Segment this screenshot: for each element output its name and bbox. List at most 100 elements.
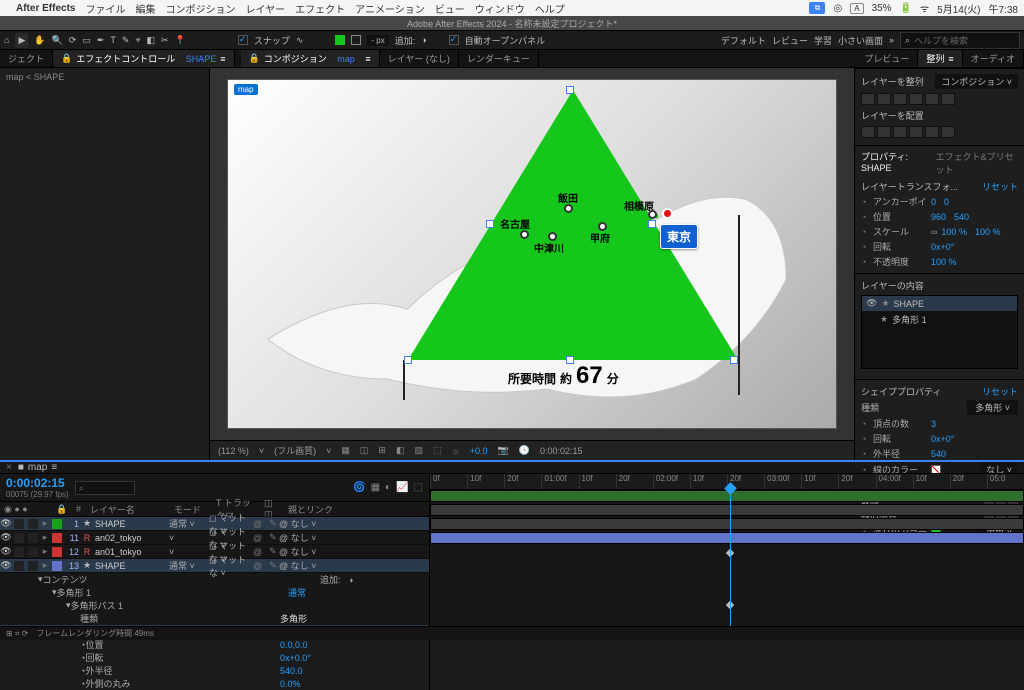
zoom-dropdown[interactable]: (112 %) — [218, 446, 249, 456]
puppet-tool-icon[interactable]: 📍 — [175, 35, 186, 46]
workspace-small[interactable]: 小さい画面 — [838, 34, 883, 47]
pen-tool-icon[interactable]: ✒ — [97, 35, 105, 46]
stroke-width-field[interactable]: - px — [367, 35, 388, 46]
frame-blend-icon[interactable]: ▦ — [371, 482, 380, 493]
motion-blur-icon[interactable]: ◐ — [385, 482, 391, 493]
visibility-icon[interactable]: 👁 — [0, 518, 12, 529]
zoom-tool-icon[interactable]: 🔍 — [52, 35, 63, 46]
home-icon[interactable]: ⌂ — [4, 35, 9, 45]
shy-icon[interactable]: 🌀 — [353, 482, 365, 493]
align-target-dropdown[interactable]: コンポジション ˅ — [935, 74, 1018, 89]
menu-view[interactable]: ビュー — [435, 1, 465, 16]
stopwatch-icon[interactable]: ◔ — [861, 434, 869, 444]
link-icon[interactable]: ∞ — [931, 227, 937, 237]
timeline-layer-row[interactable]: 👁▸13★SHAPE通常 ˅◻ マットな ˅@✎@ なし ˅ — [0, 559, 429, 573]
menu-window[interactable]: ウィンドウ — [475, 1, 525, 16]
workspace-learn[interactable]: 学習 — [814, 34, 832, 47]
stopwatch-icon[interactable]: ◔ — [861, 197, 869, 207]
brush-tool-icon[interactable]: ✎ — [122, 35, 130, 46]
transform-header[interactable]: レイヤートランスフォ... — [861, 180, 958, 193]
menu-edit[interactable]: 編集 — [135, 1, 155, 16]
menu-animation[interactable]: アニメーション — [355, 1, 425, 16]
help-search[interactable]: ⌕ ヘルプを検索 — [900, 32, 1020, 49]
mask-icon[interactable]: ◫ — [360, 445, 369, 456]
shape-handle[interactable] — [486, 220, 494, 228]
text-tool-icon[interactable]: T — [110, 35, 116, 45]
menu-layer[interactable]: レイヤー — [245, 1, 285, 16]
selection-tool-icon[interactable]: ▶ — [15, 33, 28, 48]
tab-effect-controls[interactable]: 🔒 エフェクトコントロール SHAPE ≡ — [53, 50, 235, 67]
orbit-tool-icon[interactable]: ⟳ — [69, 35, 77, 46]
tab-audio[interactable]: オーディオ — [963, 50, 1024, 67]
visibility-icon[interactable]: 👁 — [0, 546, 12, 557]
stopwatch-icon[interactable]: ◔ — [861, 449, 869, 459]
add-shape-icon[interactable]: ◑ — [348, 575, 353, 585]
channel-icon[interactable]: ◧ — [396, 445, 405, 456]
shape-handle[interactable] — [404, 356, 412, 364]
stopwatch-icon[interactable]: ◔ — [861, 419, 869, 429]
reset-shape-link[interactable]: リセット — [982, 385, 1018, 398]
tab-project[interactable]: ジェクト — [0, 50, 53, 67]
reset-transform-link[interactable]: リセット — [982, 180, 1018, 193]
add-menu-icon[interactable]: ◑ — [421, 35, 426, 45]
tab-layer[interactable]: レイヤー (なし) — [380, 50, 459, 67]
list-item[interactable]: ★多角形 1 — [862, 311, 1017, 328]
tab-preview[interactable]: プレビュー — [856, 50, 918, 67]
layer-bar[interactable] — [430, 518, 1024, 530]
draft3d-icon[interactable]: ⬚ — [414, 482, 423, 493]
resolution-dropdown[interactable]: (フル画質) — [274, 444, 316, 457]
align-buttons[interactable] — [861, 93, 1018, 105]
grid-icon[interactable]: ▦ — [341, 445, 350, 456]
timeline-close-icon[interactable]: × — [6, 462, 12, 473]
stopwatch-icon[interactable]: ◔ — [861, 227, 869, 237]
exposure-icon[interactable]: ☼ — [452, 446, 460, 456]
shape-handle[interactable] — [730, 356, 738, 364]
fill-swatch-icon[interactable] — [335, 35, 345, 45]
timeline-search[interactable] — [75, 481, 135, 495]
eraser-tool-icon[interactable]: ◧ — [147, 35, 156, 46]
autopanel-checkbox[interactable] — [449, 35, 459, 45]
cc-icon[interactable]: ◎ — [833, 3, 842, 14]
visibility-icon[interactable]: 👁 — [0, 532, 12, 543]
wifi-icon[interactable]: ᯤ — [920, 1, 929, 15]
shape-handle[interactable] — [566, 86, 574, 94]
timecode-block[interactable]: 0:00:02:15 00075 (29.97 fps) — [0, 474, 75, 501]
toggle-switches-icon[interactable]: ⊞ ⌗ ⟳ — [6, 629, 28, 639]
stopwatch-icon[interactable]: ◔ — [861, 212, 869, 222]
menu-app[interactable]: After Effects — [16, 3, 75, 14]
menu-help[interactable]: ヘルプ — [535, 1, 565, 16]
3d-icon[interactable]: ⬚ — [433, 445, 442, 456]
timeline-tab[interactable]: ■ map ≡ — [18, 462, 57, 473]
layer-bar[interactable] — [430, 504, 1024, 516]
current-time[interactable]: 0:00:02:15 — [540, 446, 583, 456]
properties-header[interactable]: プロパティ: SHAPE — [861, 150, 930, 176]
screen-share-icon[interactable]: ⧉ — [809, 2, 825, 14]
comp-canvas[interactable]: map 飯田 — [227, 79, 837, 429]
workspace-review[interactable]: レビュー — [772, 34, 808, 47]
shape-handle[interactable] — [648, 220, 656, 228]
tab-render-queue[interactable]: レンダーキュー — [459, 50, 539, 67]
hand-tool-icon[interactable]: ✋ — [34, 35, 45, 46]
list-item[interactable]: 👁★SHAPE — [862, 296, 1017, 311]
composition-viewer[interactable]: map 飯田 — [210, 68, 854, 440]
time-icon[interactable]: 🕓 — [519, 445, 530, 456]
stopwatch-icon[interactable]: ◔ — [861, 257, 869, 267]
stroke-swatch-icon[interactable] — [351, 35, 361, 45]
lock-icon[interactable]: 🔒 — [249, 53, 260, 64]
menu-composition[interactable]: コンポジション — [165, 1, 235, 16]
visibility-icon[interactable]: 👁 — [0, 560, 12, 571]
workspace-more-icon[interactable]: » — [889, 35, 894, 45]
clone-tool-icon[interactable]: ⌖ — [135, 35, 140, 46]
playhead-line[interactable] — [730, 490, 731, 630]
snap-checkbox[interactable] — [238, 35, 248, 45]
presets-header[interactable]: エフェクト&プリセット — [936, 150, 1018, 176]
transparency-icon[interactable]: ▨ — [414, 445, 423, 456]
content-list[interactable]: 👁★SHAPE ★多角形 1 — [861, 295, 1018, 369]
graph-editor-icon[interactable]: 📈 — [396, 482, 408, 493]
snap-opts-icon[interactable]: ∿ — [296, 35, 304, 46]
input-source-icon[interactable]: A — [850, 3, 863, 14]
timeline-tracks[interactable]: 0f10f20f01:00f10f20f02:00f10f20f03:00f10… — [430, 474, 1024, 690]
menu-effect[interactable]: エフェクト — [295, 1, 345, 16]
exposure-value[interactable]: +0.0 — [470, 446, 488, 456]
shape-tool-icon[interactable]: ▭ — [82, 35, 91, 46]
